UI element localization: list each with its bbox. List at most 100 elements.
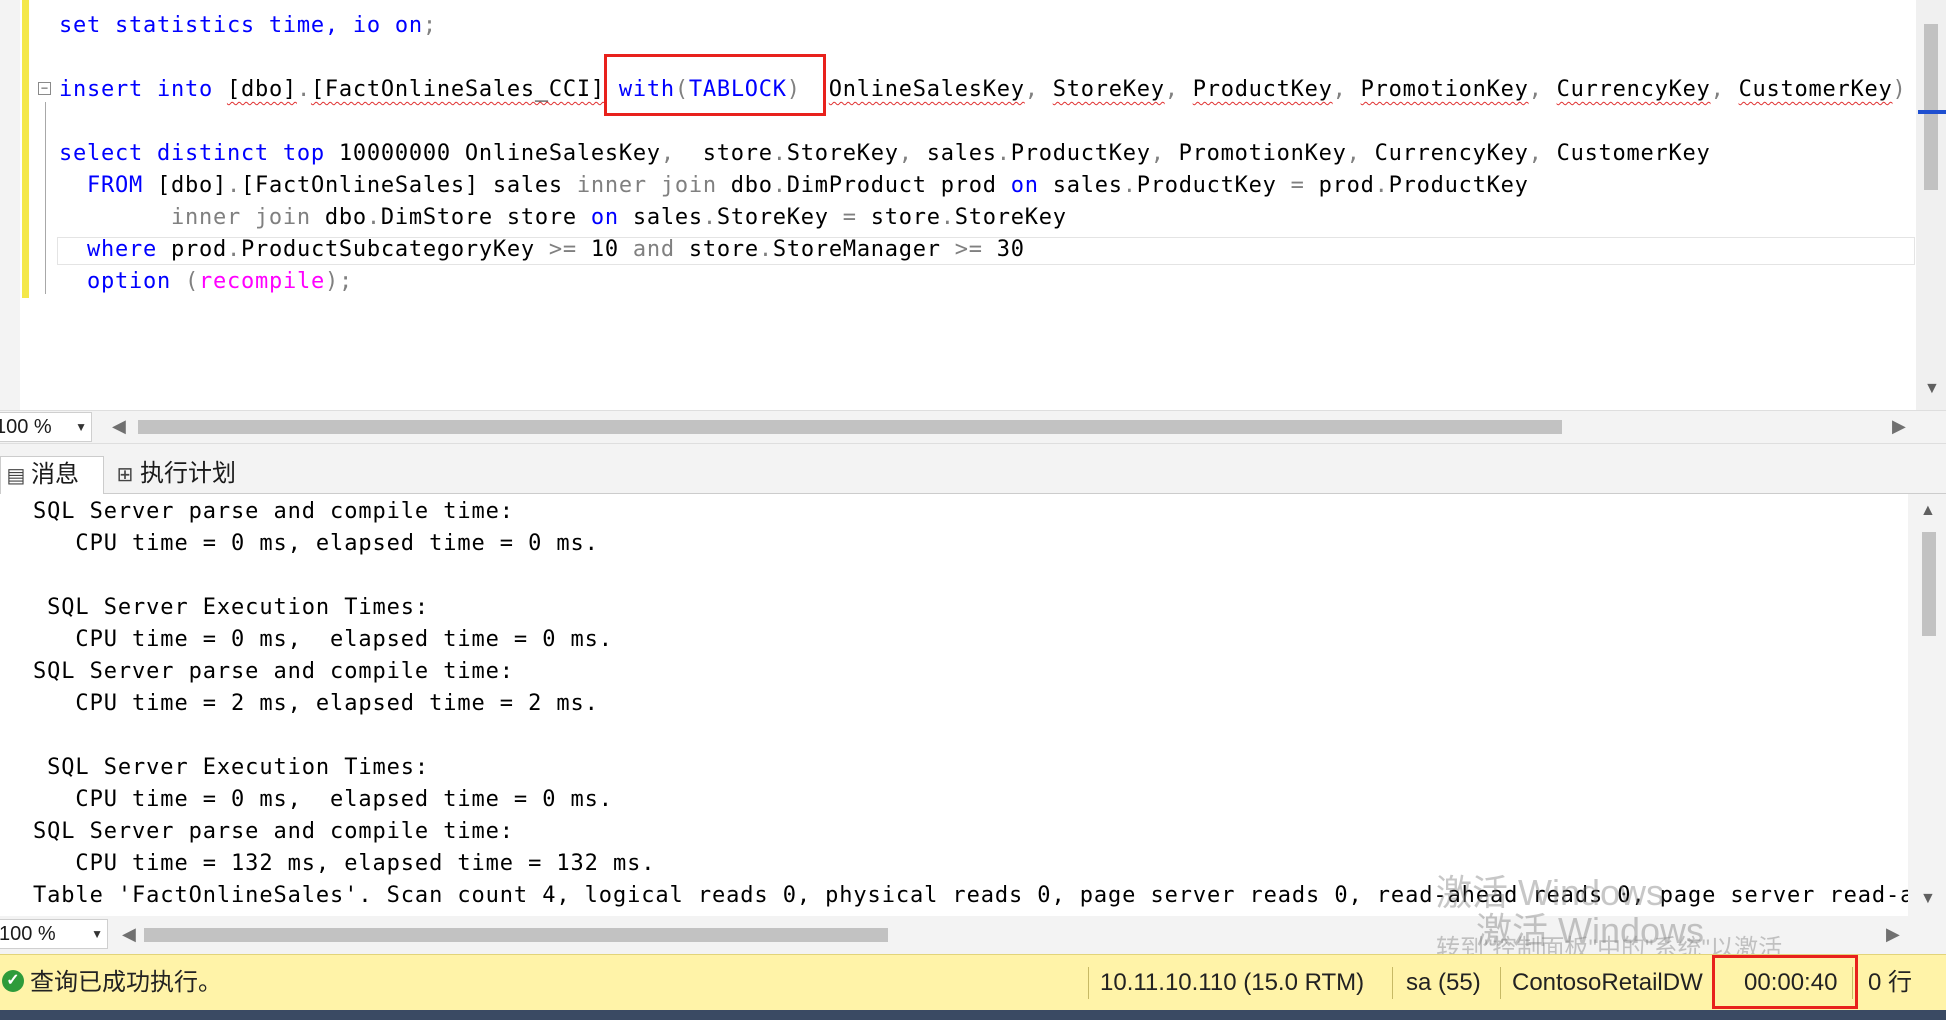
message-line: CPU time = 0 ms, elapsed time = 0 ms. (33, 531, 599, 556)
code-line[interactable]: option (recompile); (59, 266, 353, 298)
code-token: sales (912, 141, 997, 166)
code-token: 10 (576, 237, 633, 262)
code-token: and (632, 237, 675, 262)
outline-line (45, 102, 46, 294)
code-token: insert into (59, 77, 213, 102)
scrollbar-thumb[interactable] (1922, 532, 1936, 636)
chevron-down-icon[interactable]: ▼ (75, 413, 87, 441)
scroll-right-icon[interactable]: ▶ (1886, 924, 1900, 945)
code-token: . (940, 205, 955, 230)
highlight-box-tablock (604, 54, 826, 116)
code-token: . (226, 173, 241, 198)
code-token: StoreManager (772, 237, 955, 262)
code-token: >= (548, 237, 577, 262)
zoom-value: 100 % (0, 416, 52, 438)
editor-vertical-scrollbar[interactable]: ▼ (1916, 0, 1946, 410)
code-token: StoreKey (716, 205, 843, 230)
taskbar-strip (0, 1010, 1946, 1020)
chevron-down-icon[interactable]: ▼ (91, 920, 103, 948)
code-token: , (1150, 141, 1165, 166)
code-token: sales (618, 205, 703, 230)
code-token: sales (1038, 173, 1123, 198)
scroll-left-icon[interactable]: ◀ (112, 416, 126, 437)
code-line[interactable]: insert into [dbo].[FactOnlineSales_CCI] … (59, 74, 1907, 106)
code-token: ProductKey (1388, 173, 1529, 198)
code-token: , (1710, 77, 1725, 102)
message-line: SQL Server parse and compile time: (33, 659, 514, 684)
results-bottom-bar: 100 % ▼ ◀ ▶ 激活 Windows 转到"控制面板"中的"系统"以激活 (0, 910, 1946, 962)
scroll-left-icon[interactable]: ◀ (122, 924, 136, 945)
code-token: . (772, 173, 787, 198)
status-separator (1392, 967, 1393, 999)
code-token: , (898, 141, 913, 166)
tab-messages[interactable]: ▤ 消息 (0, 456, 104, 494)
code-token: StoreKey (786, 141, 899, 166)
scroll-down-icon[interactable]: ▼ (1920, 890, 1936, 908)
message-line: SQL Server Execution Times: (33, 595, 430, 620)
scroll-up-icon[interactable]: ▲ (1920, 502, 1936, 520)
code-token: dbo (310, 205, 367, 230)
code-line[interactable]: where prod.ProductSubcategoryKey >= 10 a… (59, 234, 1025, 266)
editor-gutter (0, 0, 20, 410)
code-token: PromotionKey (1164, 141, 1347, 166)
tab-execution-plan[interactable]: ⊞ 执行计划 (110, 456, 260, 494)
code-token: inner join (170, 205, 311, 230)
message-line: CPU time = 132 ms, elapsed time = 132 ms… (33, 851, 656, 876)
code-token: 30 (982, 237, 1025, 262)
scroll-right-icon[interactable]: ▶ (1892, 416, 1906, 437)
editor-horizontal-scroll-thumb[interactable] (138, 420, 1562, 434)
code-line[interactable]: FROM [dbo].[FactOnlineSales] sales inner… (59, 170, 1529, 202)
code-token: store (674, 237, 759, 262)
code-token: = (1290, 173, 1305, 198)
code-token: OnlineSalesKey (828, 77, 1025, 102)
code-token: CustomerKey (1738, 77, 1893, 102)
code-token: option (87, 269, 171, 294)
code-line[interactable]: select distinct top 10000000 OnlineSales… (59, 138, 1711, 170)
messages-pane[interactable]: SQL Server parse and compile time: CPU t… (0, 494, 1908, 916)
execution-plan-icon: ⊞ (116, 464, 134, 486)
code-token: . (1122, 173, 1137, 198)
code-token: , (1332, 77, 1347, 102)
results-zoom-select[interactable]: 100 % ▼ (0, 919, 108, 949)
message-line: CPU time = 0 ms, elapsed time = 0 ms. (33, 787, 613, 812)
code-token: , (1164, 77, 1179, 102)
scroll-down-icon[interactable]: ▼ (1924, 380, 1940, 398)
code-token: FROM (87, 173, 143, 198)
highlight-box-elapsed (1712, 955, 1858, 1009)
code-token: ( (184, 269, 199, 294)
editor-zoom-select[interactable]: 100 % ▼ (0, 412, 92, 442)
query-editor[interactable]: − set statistics time, io on; insert int… (0, 0, 1946, 410)
results-horizontal-scroll-thumb[interactable] (144, 928, 888, 942)
code-token: StoreKey (954, 205, 1067, 230)
code-token: = (842, 205, 857, 230)
code-token: >= (954, 237, 983, 262)
code-token: [FactOnlineSales] sales (240, 173, 577, 198)
login-info: sa (55) (1406, 969, 1481, 996)
code-token: on (1010, 173, 1039, 198)
code-line[interactable]: inner join dbo.DimStore store on sales.S… (59, 202, 1067, 234)
code-token: 10000000 OnlineSalesKey (324, 141, 661, 166)
messages-vertical-scrollbar[interactable]: ▲ ▼ (1908, 494, 1946, 916)
status-message: 查询已成功执行。 (30, 969, 222, 996)
code-token: . (366, 205, 381, 230)
changed-lines-marker (22, 0, 29, 298)
code-token: on (590, 205, 619, 230)
code-line[interactable]: set statistics time, io on; (59, 10, 437, 42)
message-line: CPU time = 0 ms, elapsed time = 0 ms. (33, 627, 613, 652)
code-token: recompile (198, 269, 325, 294)
code-token: PromotionKey (1360, 77, 1529, 102)
scrollbar-thumb[interactable] (1924, 24, 1938, 190)
collapse-icon[interactable]: − (38, 82, 51, 95)
messages-icon: ▤ (6, 465, 26, 487)
code-token: prod (156, 237, 227, 262)
code-token: , (1528, 141, 1543, 166)
code-token: , (660, 141, 675, 166)
zoom-value: 100 % (0, 923, 56, 945)
